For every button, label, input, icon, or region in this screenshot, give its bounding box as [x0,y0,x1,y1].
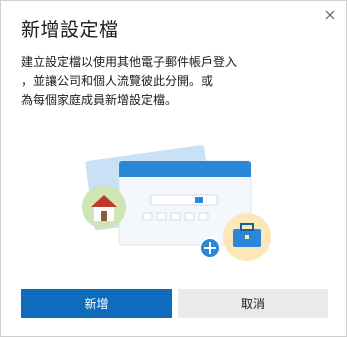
add-icon [199,237,221,259]
close-icon[interactable] [322,7,338,23]
description-line-1: 建立設定檔以使用其他電子郵件帳戶登入 [21,55,238,69]
description-line-2: ，並讓公司和個人流覽彼此分開。或 [21,74,214,88]
dialog-title: 新增設定檔 [21,19,119,41]
profiles-illustration [82,145,271,261]
close-glyph [325,10,335,20]
house-icon [82,185,126,229]
cancel-button[interactable]: 取消 [178,289,328,318]
add-profile-dialog: 新增設定檔 建立設定檔以使用其他電子郵件帳戶登入 ，並讓公司和個人流覽彼此分開。… [0,0,347,337]
description-line-3: 為每個家庭成員新增設定檔。 [21,93,178,107]
add-button[interactable]: 新增 [21,289,172,318]
briefcase-icon [223,213,271,261]
dialog-description: 建立設定檔以使用其他電子郵件帳戶登入 ，並讓公司和個人流覽彼此分開。或 為每個家… [21,53,341,110]
